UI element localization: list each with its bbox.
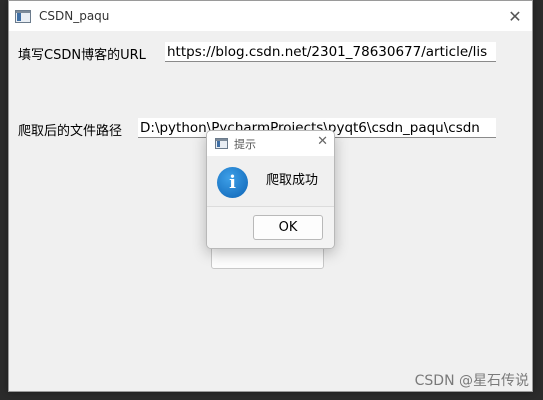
main-window: CSDN_paqu ✕ 填写CSDN博客的URL https://blog.cs… bbox=[8, 0, 533, 392]
dialog-window-icon bbox=[215, 138, 228, 149]
path-label: 爬取后的文件路径 bbox=[18, 124, 123, 139]
app-window-icon bbox=[15, 9, 31, 23]
url-input[interactable]: https://blog.csdn.net/2301_78630677/arti… bbox=[165, 42, 496, 62]
window-close-button[interactable]: ✕ bbox=[498, 1, 532, 31]
dialog-title: 提示 bbox=[234, 137, 256, 151]
dialog-message: 爬取成功 bbox=[266, 173, 319, 188]
url-label: 填写CSDN博客的URL bbox=[18, 48, 146, 63]
watermark: CSDN @星石传说 bbox=[414, 373, 529, 389]
dialog-footer: OK bbox=[207, 206, 334, 248]
message-dialog: 提示 ✕ i 爬取成功 OK bbox=[206, 130, 335, 249]
dialog-close-button[interactable]: ✕ bbox=[317, 134, 328, 149]
window-title: CSDN_paqu bbox=[39, 9, 110, 23]
dialog-titlebar: 提示 ✕ bbox=[207, 131, 334, 156]
ok-button[interactable]: OK bbox=[253, 215, 323, 240]
titlebar: CSDN_paqu ✕ bbox=[9, 1, 532, 31]
info-icon: i bbox=[217, 167, 248, 198]
